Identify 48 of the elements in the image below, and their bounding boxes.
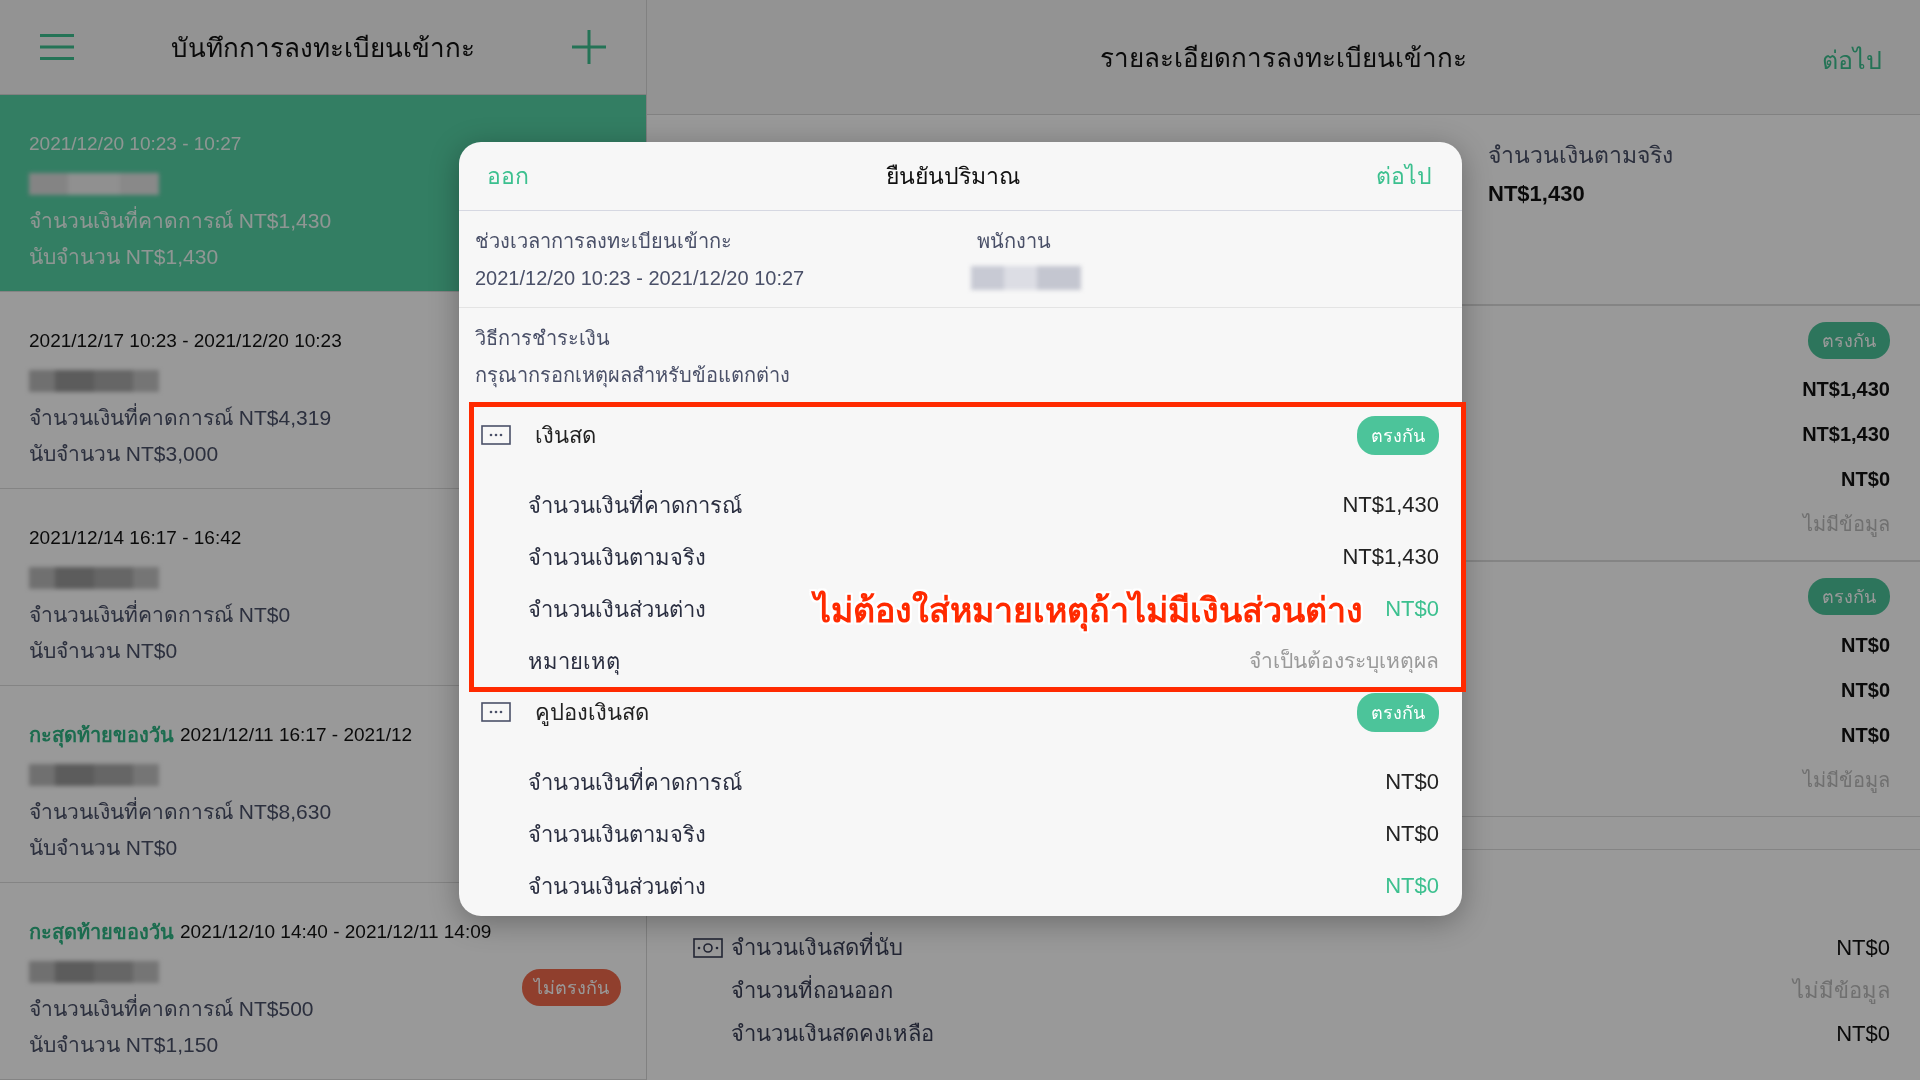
expected-amount: จำนวนเงินที่คาดการณ์ NT$4,319: [29, 400, 332, 436]
match-badge: ตรงกัน: [1357, 415, 1439, 455]
amount-value: NT$0: [1385, 769, 1439, 795]
difference-value: NT$0: [1385, 596, 1439, 622]
actual-amount-value: NT$1,430: [1488, 181, 1586, 207]
amount-label: หมายเหตุ: [528, 647, 620, 677]
last-shift-label: กะสุดท้ายของวัน: [29, 920, 174, 947]
amount-value: NT$1,430: [1802, 422, 1890, 447]
counted-amount: นับจำนวน NT$1,150: [29, 1032, 219, 1058]
summary-label: จำนวนเงินสดที่นับ: [731, 930, 1837, 965]
expected-amount: จำนวนเงินที่คาดการณ์ NT$500: [29, 991, 314, 1027]
last-shift-label: กะสุดท้ายของวัน: [29, 723, 174, 750]
expected-amount: จำนวนเงินที่คาดการณ์ NT$0: [29, 597, 291, 633]
dialog-title: ยืนยันปริมาณ: [885, 162, 1020, 191]
expected-amount: จำนวนเงินที่คาดการณ์ NT$8,630: [29, 794, 332, 830]
detail-title: รายละเอียดการลงทะเบียนเข้ากะ: [1100, 41, 1467, 75]
amount-value: NT$0: [1841, 633, 1890, 658]
amount-value: NT$1,430: [1342, 544, 1439, 570]
summary-value: NT$0: [1836, 934, 1890, 961]
match-badge: ตรงกัน: [1808, 578, 1890, 615]
summary-value: NT$0: [1836, 1020, 1890, 1047]
counted-amount: นับจำนวน NT$0: [29, 638, 178, 664]
payment-method-name: เงินสด: [535, 421, 597, 450]
summary-label: จำนวนที่ถอนออก: [731, 973, 1793, 1008]
shift-period: 2021/12/17 10:23 - 2021/12/20 10:23: [29, 330, 342, 352]
amount-value: NT$1,430: [1342, 492, 1439, 518]
amount-value: NT$1,430: [1802, 377, 1890, 402]
amount-value: NT$0: [1841, 723, 1890, 748]
match-badge: ตรงกัน: [1808, 322, 1890, 359]
shift-period: 2021/12/20 10:23 - 10:27: [29, 133, 242, 155]
mismatch-badge: ไม่ตรงกัน: [522, 969, 621, 1006]
payment-label: วิธีการชำระเงิน: [475, 326, 611, 351]
actual-amount-label: จำนวนเงินตามจริง: [1488, 141, 1674, 170]
shift-period: 2021/12/14 16:17 - 16:42: [29, 527, 242, 549]
amount-value: NT$0: [1841, 678, 1890, 703]
amount-value: NT$0: [1841, 467, 1890, 492]
counted-amount: นับจำนวน NT$0: [29, 835, 178, 861]
difference-value: NT$0: [1385, 873, 1439, 899]
shift-period: 2021/12/11 16:17 - 2021/12: [180, 724, 413, 746]
counted-amount: นับจำนวน NT$3,000: [29, 441, 219, 467]
amount-value: NT$0: [1385, 821, 1439, 847]
expected-amount: จำนวนเงินที่คาดการณ์ NT$1,430: [29, 203, 332, 239]
staff-label: พนักงาน: [977, 229, 1052, 254]
list-title: บันทึกการลงทะเบียนเข้ากะ: [171, 31, 475, 65]
counted-amount: นับจำนวน NT$1,430: [29, 244, 219, 270]
match-badge: ตรงกัน: [1357, 692, 1439, 732]
summary-label: จำนวนเงินสดคงเหลือ: [731, 1020, 935, 1048]
shift-period: 2021/12/10 14:40 - 2021/12/11 14:09: [180, 921, 492, 943]
